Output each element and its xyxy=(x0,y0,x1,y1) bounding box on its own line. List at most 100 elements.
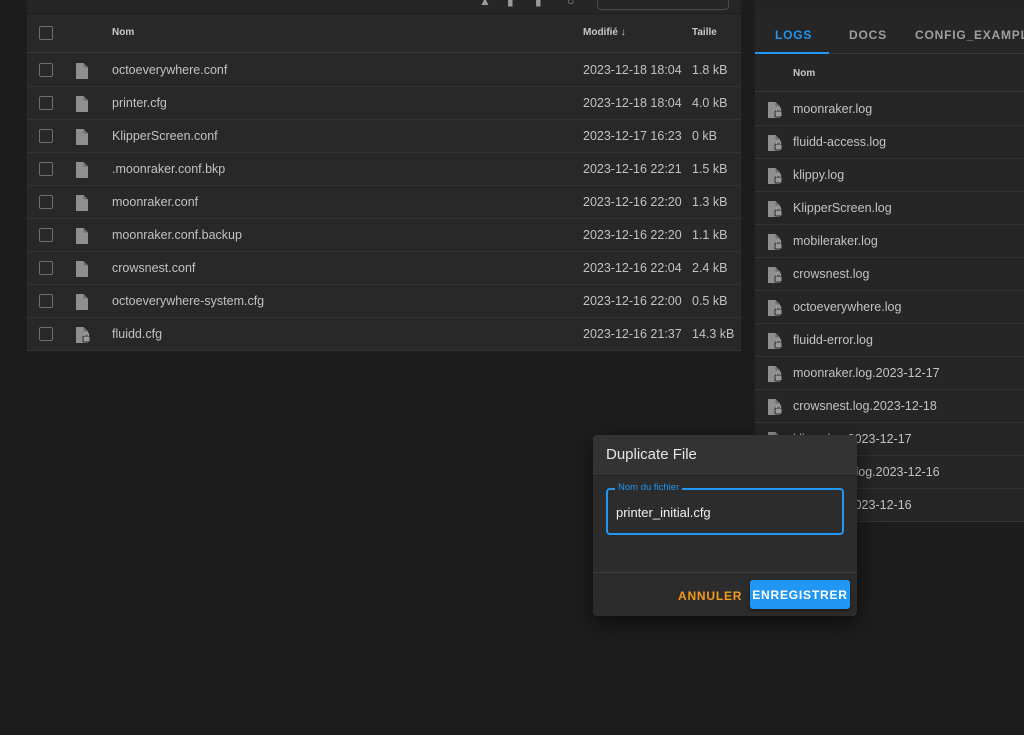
file-name: printer.cfg xyxy=(112,96,167,110)
log-file-name: KlipperScreen.log xyxy=(793,201,892,215)
file-lock-icon xyxy=(767,200,783,217)
file-name: KlipperScreen.conf xyxy=(112,129,218,143)
logs-toolbar xyxy=(755,0,1024,14)
row-checkbox[interactable] xyxy=(39,327,53,341)
file-icon xyxy=(75,227,89,244)
add-folder-icon[interactable]: ▮ xyxy=(535,0,549,8)
file-icon xyxy=(75,62,89,79)
file-icon xyxy=(75,260,89,277)
file-modified: 2023-12-16 22:04 xyxy=(583,261,682,275)
file-icon xyxy=(75,194,89,211)
table-row[interactable]: fluidd.cfg 2023-12-16 21:37 14.3 kB xyxy=(27,318,741,351)
table-row[interactable]: .moonraker.conf.bkp 2023-12-16 22:21 1.5 k… xyxy=(27,153,741,186)
file-icon xyxy=(75,95,89,112)
log-file-name: octoeverywhere.log xyxy=(793,300,902,314)
list-item[interactable]: fluidd-access.log xyxy=(755,126,1024,159)
list-item[interactable]: moonraker.log.2023-12-17 xyxy=(755,357,1024,390)
file-name: fluidd.cfg xyxy=(112,327,163,341)
table-row[interactable]: crowsnest.conf 2023-12-16 22:04 2.4 kB xyxy=(27,252,741,285)
file-modified: 2023-12-16 22:21 xyxy=(583,162,682,176)
file-size: 0 kB xyxy=(692,129,718,143)
table-row[interactable]: octoeverywhere.conf 2023-12-18 18:04 1.8 k… xyxy=(27,54,741,87)
file-modified: 2023-12-16 22:20 xyxy=(583,195,682,209)
file-lock-icon xyxy=(767,101,783,118)
file-lock-icon xyxy=(767,332,783,349)
dialog-divider xyxy=(593,572,857,573)
column-header-modified[interactable]: Modifié ↓ xyxy=(583,27,626,38)
table-row[interactable]: octoeverywhere-system.cfg 2023-12-16 22:0… xyxy=(27,285,741,318)
filename-field[interactable]: Nom du fichier xyxy=(606,482,844,535)
table-row[interactable]: moonraker.conf.backup 2023-12-16 22:20 1.1… xyxy=(27,219,741,252)
log-file-name: fluidd-error.log xyxy=(793,333,873,347)
table-header: Nom Modifié ↓ Taille xyxy=(27,14,741,53)
list-item[interactable]: moonraker.log xyxy=(755,93,1024,126)
list-item[interactable]: klippy.log xyxy=(755,159,1024,192)
file-modified: 2023-12-18 18:04 xyxy=(583,96,682,110)
refresh-icon[interactable]: ○ xyxy=(567,0,581,8)
file-size: 0.5 kB xyxy=(692,294,728,308)
logs-table-header: Nom xyxy=(755,54,1024,92)
file-size: 14.3 kB xyxy=(692,327,735,341)
file-name: moonraker.conf xyxy=(112,195,199,209)
list-item[interactable]: mobileraker.log xyxy=(755,225,1024,258)
file-name: moonraker.conf.backup xyxy=(112,228,242,242)
select-all-checkbox[interactable] xyxy=(39,26,53,40)
column-header-name[interactable]: Nom xyxy=(793,68,815,79)
column-header-name[interactable]: Nom xyxy=(112,27,134,38)
search-input[interactable] xyxy=(597,0,729,10)
column-header-size[interactable]: Taille xyxy=(692,27,717,38)
list-item[interactable]: octoeverywhere.log xyxy=(755,291,1024,324)
add-file-icon[interactable]: ▮ xyxy=(507,0,521,8)
filename-input[interactable] xyxy=(616,503,836,521)
file-icon xyxy=(75,128,89,145)
row-checkbox[interactable] xyxy=(39,261,53,275)
table-row[interactable]: moonraker.conf 2023-12-16 22:20 1.3 kB xyxy=(27,186,741,219)
row-checkbox[interactable] xyxy=(39,294,53,308)
row-checkbox[interactable] xyxy=(39,162,53,176)
log-file-name: mobileraker.log xyxy=(793,234,878,248)
file-lock-icon xyxy=(767,167,783,184)
cancel-button[interactable]: ANNULER xyxy=(672,582,748,610)
table-row[interactable]: printer.cfg 2023-12-18 18:04 4.0 kB xyxy=(27,87,741,120)
file-lock-icon xyxy=(767,266,783,283)
duplicate-file-dialog: Duplicate File Nom du fichier ANNULER EN… xyxy=(593,435,857,616)
file-name: octoeverywhere-system.cfg xyxy=(112,294,265,308)
file-modified: 2023-12-16 22:00 xyxy=(583,294,682,308)
file-modified: 2023-12-18 18:04 xyxy=(583,63,682,77)
tab-logs[interactable]: LOGS xyxy=(775,28,812,42)
files-toolbar: ▲ ▮ ▮ ○ xyxy=(27,0,741,14)
file-lock-icon xyxy=(767,365,783,382)
file-lock-icon xyxy=(767,233,783,250)
file-modified: 2023-12-17 16:23 xyxy=(583,129,682,143)
config-files-table: ▲ ▮ ▮ ○ Nom Modifié ↓ Taille octoeverywh… xyxy=(27,0,741,351)
log-file-name: moonraker.log.2023-12-17 xyxy=(793,366,940,380)
file-size: 4.0 kB xyxy=(692,96,728,110)
file-size: 1.3 kB xyxy=(692,195,728,209)
file-lock-icon xyxy=(767,134,783,151)
file-size: 1.8 kB xyxy=(692,63,728,77)
table-row[interactable]: KlipperScreen.conf 2023-12-17 16:23 0 kB xyxy=(27,120,741,153)
list-item[interactable]: KlipperScreen.log xyxy=(755,192,1024,225)
save-button[interactable]: ENREGISTRER xyxy=(750,580,850,609)
row-checkbox[interactable] xyxy=(39,129,53,143)
file-lock-icon xyxy=(75,326,91,343)
tab-docs[interactable]: DOCS xyxy=(849,28,887,42)
tab-config-examples[interactable]: CONFIG_EXAMPLE xyxy=(915,28,1024,42)
file-modified: 2023-12-16 22:20 xyxy=(583,228,682,242)
file-icon xyxy=(75,161,89,178)
file-icon xyxy=(75,293,89,310)
row-checkbox[interactable] xyxy=(39,96,53,110)
list-item[interactable]: fluidd-error.log xyxy=(755,324,1024,357)
row-checkbox[interactable] xyxy=(39,228,53,242)
row-checkbox[interactable] xyxy=(39,195,53,209)
file-size: 2.4 kB xyxy=(692,261,728,275)
dialog-title: Duplicate File xyxy=(593,435,857,476)
file-lock-icon xyxy=(767,398,783,415)
log-file-name: crowsnest.log.2023-12-18 xyxy=(793,399,937,413)
upload-icon[interactable]: ▲ xyxy=(479,0,493,8)
file-size: 1.5 kB xyxy=(692,162,728,176)
list-item[interactable]: crowsnest.log xyxy=(755,258,1024,291)
list-item[interactable]: crowsnest.log.2023-12-18 xyxy=(755,390,1024,423)
filename-field-label: Nom du fichier xyxy=(615,482,683,493)
row-checkbox[interactable] xyxy=(39,63,53,77)
